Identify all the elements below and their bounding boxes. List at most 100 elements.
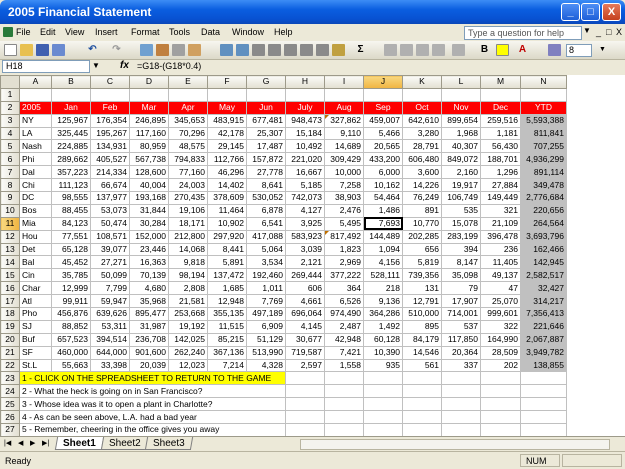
value-cell[interactable]: 50,099 xyxy=(90,268,130,283)
value-cell[interactable]: 396,478 xyxy=(480,229,521,244)
value-cell[interactable]: 176,354 xyxy=(90,113,130,128)
horizontal-scrollbar[interactable] xyxy=(300,439,610,450)
value-cell[interactable]: 811,841 xyxy=(520,126,567,141)
copy-icon[interactable] xyxy=(172,44,185,56)
value-cell[interactable]: 48,575 xyxy=(168,139,208,154)
row-header[interactable]: 27 xyxy=(0,423,20,437)
value-cell[interactable]: 3,280 xyxy=(402,126,442,141)
value-cell[interactable]: 18,171 xyxy=(168,216,208,231)
value-cell[interactable]: 30,284 xyxy=(129,216,169,231)
value-cell[interactable]: 27,271 xyxy=(90,255,130,270)
cell[interactable] xyxy=(51,87,91,102)
value-cell[interactable]: 224,885 xyxy=(51,139,91,154)
tool-icon[interactable] xyxy=(452,44,465,56)
cell[interactable] xyxy=(402,384,442,399)
row-header[interactable]: 9 xyxy=(0,191,20,205)
value-cell[interactable]: 42,178 xyxy=(207,126,247,141)
menu-data[interactable]: Data xyxy=(201,27,220,37)
cell[interactable] xyxy=(363,423,403,437)
font-size-dropdown-icon[interactable]: ▼ xyxy=(596,44,609,56)
cell[interactable] xyxy=(441,397,481,412)
value-cell[interactable]: 3,693,796 xyxy=(520,229,567,244)
value-cell[interactable]: 535 xyxy=(441,203,481,218)
value-cell[interactable]: 117,160 xyxy=(129,126,169,141)
city-cell[interactable]: Buf xyxy=(19,332,52,347)
cell[interactable] xyxy=(324,397,364,412)
value-cell[interactable]: 32,427 xyxy=(520,281,567,296)
column-header[interactable]: I xyxy=(324,75,364,89)
value-cell[interactable]: 193,168 xyxy=(129,191,169,205)
row-header[interactable]: 26 xyxy=(0,410,20,425)
value-cell[interactable]: 901,600 xyxy=(129,345,169,360)
value-cell[interactable]: 4,661 xyxy=(285,294,325,309)
value-cell[interactable]: 528,111 xyxy=(363,268,403,283)
value-cell[interactable]: 21,581 xyxy=(168,294,208,309)
value-cell[interactable]: 7,799 xyxy=(90,281,130,296)
value-cell[interactable]: 309,429 xyxy=(324,152,364,167)
value-cell[interactable]: 236,708 xyxy=(129,332,169,347)
city-cell[interactable]: LA xyxy=(19,126,52,141)
cell[interactable] xyxy=(520,384,567,399)
value-cell[interactable]: 16,667 xyxy=(285,165,325,180)
value-cell[interactable]: 144,489 xyxy=(363,229,403,244)
redo-icon[interactable]: ↷ xyxy=(110,44,123,56)
cell[interactable] xyxy=(480,397,521,412)
menu-help[interactable]: Help xyxy=(274,27,293,37)
value-cell[interactable]: 1,486 xyxy=(363,203,403,218)
value-cell[interactable]: 394 xyxy=(441,242,481,257)
column-header[interactable]: H xyxy=(285,75,325,89)
city-cell[interactable]: Chi xyxy=(19,178,52,193)
value-cell[interactable]: 2,776,684 xyxy=(520,191,567,205)
header-cell[interactable]: Sep xyxy=(363,100,403,115)
menu-tools[interactable]: Tools xyxy=(169,27,190,37)
city-cell[interactable]: St.L xyxy=(19,358,52,373)
value-cell[interactable]: 417,088 xyxy=(246,229,286,244)
column-header[interactable]: M xyxy=(480,75,521,89)
row-header[interactable]: 20 xyxy=(0,332,20,347)
value-cell[interactable]: 9,136 xyxy=(363,294,403,309)
city-cell[interactable]: Bos xyxy=(19,203,52,218)
value-cell[interactable]: 6,526 xyxy=(324,294,364,309)
value-cell[interactable]: 314,217 xyxy=(520,294,567,309)
value-cell[interactable]: 355,135 xyxy=(207,307,247,321)
header-cell[interactable]: YTD xyxy=(520,100,567,115)
value-cell[interactable]: 214,334 xyxy=(90,165,130,180)
menu-edit[interactable]: Edit xyxy=(40,27,56,37)
value-cell[interactable]: 7,258 xyxy=(324,178,364,193)
permission-icon[interactable] xyxy=(52,44,65,56)
value-cell[interactable]: 9,110 xyxy=(324,126,364,141)
cell[interactable] xyxy=(168,87,208,102)
cell[interactable] xyxy=(285,410,325,425)
value-cell[interactable]: 98,555 xyxy=(51,191,91,205)
value-cell[interactable]: 561 xyxy=(402,358,442,373)
value-cell[interactable]: 948,473 xyxy=(285,113,325,128)
cell[interactable] xyxy=(402,371,442,386)
row-header[interactable]: 23 xyxy=(0,371,20,386)
value-cell[interactable]: 79 xyxy=(441,281,481,296)
city-cell[interactable]: Char xyxy=(19,281,52,296)
column-header[interactable]: K xyxy=(402,75,442,89)
value-cell[interactable]: 5,891 xyxy=(207,255,247,270)
note-cell[interactable]: 3 - Whose idea was it to open a plant in… xyxy=(19,397,286,412)
header-cell[interactable]: Oct xyxy=(402,100,442,115)
header-cell[interactable]: Jan xyxy=(51,100,91,115)
value-cell[interactable]: 76,249 xyxy=(402,191,442,205)
value-cell[interactable]: 3,949,782 xyxy=(520,345,567,360)
prev-sheet-icon[interactable]: ◀ xyxy=(18,439,23,447)
value-cell[interactable]: 606 xyxy=(285,281,325,296)
value-cell[interactable]: 7,356,413 xyxy=(520,307,567,321)
value-cell[interactable]: 137,977 xyxy=(90,191,130,205)
value-cell[interactable]: 794,833 xyxy=(168,152,208,167)
value-cell[interactable]: 59,947 xyxy=(90,294,130,309)
cell[interactable] xyxy=(363,410,403,425)
next-sheet-icon[interactable]: ▶ xyxy=(30,439,35,447)
new-icon[interactable] xyxy=(4,44,17,56)
value-cell[interactable]: 510,000 xyxy=(402,307,442,321)
value-cell[interactable]: 262,240 xyxy=(168,345,208,360)
row-header[interactable]: 8 xyxy=(0,178,20,193)
value-cell[interactable]: 1,685 xyxy=(207,281,247,296)
fill-color-icon[interactable] xyxy=(496,44,509,56)
value-cell[interactable]: 30,677 xyxy=(285,332,325,347)
row-header[interactable]: 6 xyxy=(0,152,20,167)
city-cell[interactable]: Nash xyxy=(19,139,52,154)
